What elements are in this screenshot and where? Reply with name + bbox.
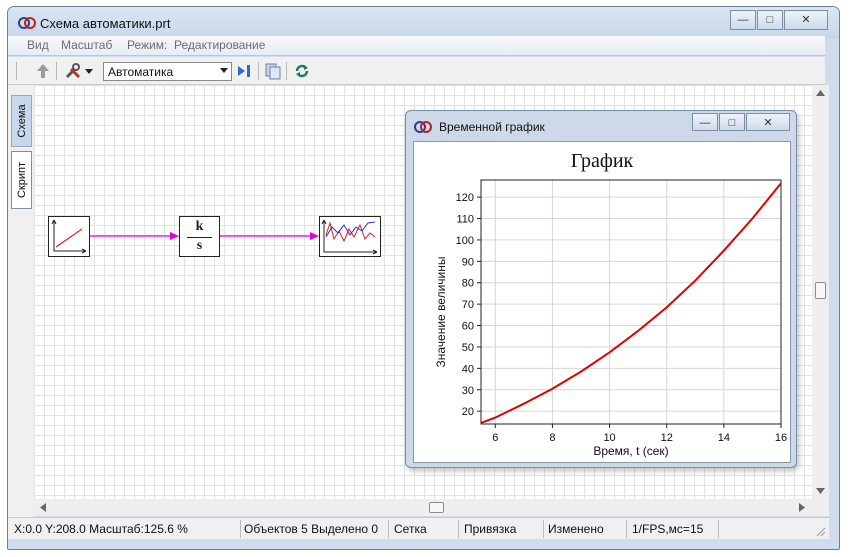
x-axis-label: Время, t (сек) xyxy=(593,444,668,458)
x-tick-label: 16 xyxy=(775,432,787,444)
y-tick-label: 20 xyxy=(462,406,474,418)
minimize-icon: — xyxy=(699,117,711,129)
chart: 6 8 10 12 14 16 20 30 40 50 60 70 80 90 100 110 120 Время… xyxy=(434,179,787,458)
y-tick-label: 50 xyxy=(462,342,474,354)
tab-scheme[interactable]: Схема xyxy=(11,95,32,147)
x-tick-label: 14 xyxy=(718,432,730,444)
status-grid-toggle[interactable]: Сетка xyxy=(394,522,427,536)
x-tick-label: 6 xyxy=(492,432,498,444)
x-tick-label: 10 xyxy=(603,432,615,444)
toolbar-separator xyxy=(258,62,259,80)
dropdown-arrow-icon[interactable] xyxy=(84,62,94,80)
maximize-icon: □ xyxy=(766,14,774,26)
graph-window[interactable]: Временной график — □ ✕ График 6 8 10 12 14 16… xyxy=(405,110,797,468)
app-logo-icon xyxy=(18,17,36,29)
y-tick-label: 60 xyxy=(462,321,474,333)
status-snap-toggle[interactable]: Привязка xyxy=(464,522,516,536)
refresh-icon[interactable] xyxy=(293,62,311,80)
y-tick-label: 100 xyxy=(456,235,474,247)
toolbar-grip xyxy=(16,62,17,80)
graph-maximize-button[interactable]: □ xyxy=(719,113,745,131)
chart-panel: График 6 8 10 12 14 16 20 30 40 50 60 70 80 90 100 110 1… xyxy=(413,141,791,463)
title-bar[interactable]: Схема автоматики.prt — □ ✕ xyxy=(8,7,839,39)
plot-area xyxy=(481,180,781,424)
status-separator xyxy=(388,520,389,538)
status-coords: X:0.0 Y:208.0 Масштаб:125.6 % xyxy=(14,522,188,536)
vertical-scrollbar[interactable] xyxy=(812,85,829,499)
graph-window-logo-icon xyxy=(414,121,432,133)
close-icon: ✕ xyxy=(801,14,811,26)
graph-window-title: Временной график xyxy=(439,120,545,134)
toolbar: Автоматика xyxy=(8,57,825,85)
status-separator xyxy=(626,520,627,538)
status-separator xyxy=(458,520,459,538)
y-tick-label: 30 xyxy=(462,385,474,397)
status-separator xyxy=(718,520,719,538)
horizontal-scrollbar[interactable] xyxy=(34,499,812,516)
vertical-scroll-thumb[interactable] xyxy=(815,282,826,299)
status-fps: 1/FPS,мс=15 xyxy=(632,522,704,536)
menu-bar: Вид Масштаб Режим: Редактирование xyxy=(8,36,825,56)
status-separator xyxy=(543,520,544,538)
mode-combobox[interactable]: Автоматика xyxy=(103,62,232,81)
link-arrow xyxy=(170,232,179,240)
status-separator xyxy=(240,520,241,538)
maximize-button[interactable]: □ xyxy=(757,10,783,30)
scroll-left-icon[interactable] xyxy=(40,503,46,512)
y-tick-label: 40 xyxy=(462,363,474,375)
scroll-up-icon[interactable] xyxy=(816,90,825,96)
menu-mode[interactable]: Режим: xyxy=(127,38,167,52)
menu-scale[interactable]: Масштаб xyxy=(61,38,112,52)
copy-icon[interactable] xyxy=(264,62,282,80)
close-icon: ✕ xyxy=(763,117,773,129)
x-tick-label: 12 xyxy=(661,432,673,444)
y-tick-label: 80 xyxy=(462,278,474,290)
up-arrow-icon[interactable] xyxy=(34,62,52,80)
horizontal-scroll-thumb[interactable] xyxy=(429,502,444,513)
status-modified: Изменено xyxy=(548,522,604,536)
minimize-icon: — xyxy=(737,14,749,26)
tab-script[interactable]: Скрипт xyxy=(11,151,32,209)
y-tick-label: 90 xyxy=(462,256,474,268)
scroll-down-icon[interactable] xyxy=(816,488,825,494)
status-bar: X:0.0 Y:208.0 Масштаб:125.6 % Объектов 5… xyxy=(8,517,829,539)
graph-close-button[interactable]: ✕ xyxy=(746,113,790,131)
resize-grip-icon[interactable] xyxy=(814,525,826,537)
toolbar-separator xyxy=(56,62,57,80)
link-arrow xyxy=(310,232,319,240)
window-title: Схема автоматики.prt xyxy=(40,16,171,31)
tools-icon[interactable] xyxy=(64,62,82,80)
scroll-corner xyxy=(812,499,829,516)
y-tick-label: 110 xyxy=(456,214,474,226)
combo-value: Автоматика xyxy=(108,65,174,79)
scroll-right-icon[interactable] xyxy=(799,503,805,512)
menu-mode-value[interactable]: Редактирование xyxy=(174,38,265,52)
side-tabs: Схема Скрипт xyxy=(8,85,34,517)
y-tick-label: 70 xyxy=(462,299,474,311)
menu-view[interactable]: Вид xyxy=(27,38,49,52)
close-button[interactable]: ✕ xyxy=(784,10,828,30)
graph-minimize-button[interactable]: — xyxy=(692,113,718,131)
tab-script-label: Скрипт xyxy=(15,161,28,199)
status-objects: Объектов 5 Выделено 0 xyxy=(244,522,379,536)
step-icon[interactable] xyxy=(236,62,254,80)
maximize-icon: □ xyxy=(728,117,736,129)
minimize-button[interactable]: — xyxy=(730,10,756,30)
y-axis-label: Значение величины xyxy=(434,257,448,368)
toolbar-separator xyxy=(286,62,287,80)
x-tick-label: 8 xyxy=(549,432,555,444)
y-tick-label: 120 xyxy=(456,192,474,204)
tab-scheme-label: Схема xyxy=(15,104,28,138)
chevron-down-icon xyxy=(220,68,228,73)
